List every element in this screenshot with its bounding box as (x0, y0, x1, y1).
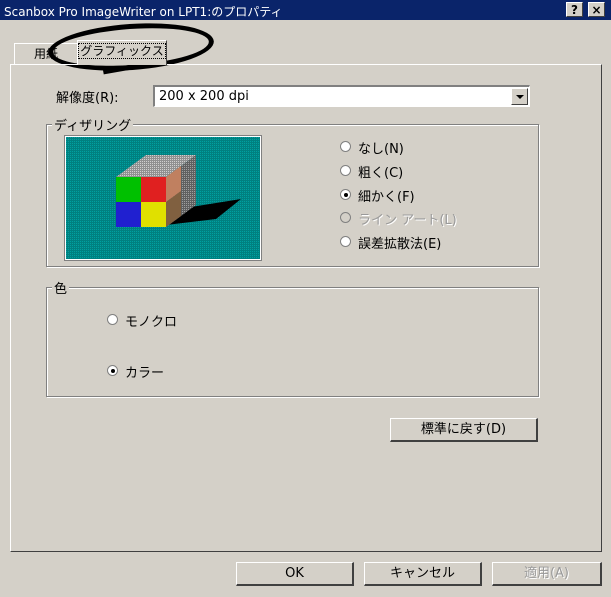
dithering-group-label: ディザリング (52, 115, 134, 134)
help-button[interactable]: ? (566, 2, 583, 17)
radio-icon (340, 236, 351, 247)
color-color-label: カラー (125, 366, 165, 381)
cancel-button[interactable]: キャンセル (364, 562, 482, 586)
resolution-label: 解像度(R): (56, 91, 119, 106)
close-button[interactable]: × (588, 2, 605, 17)
radio-icon (340, 212, 351, 223)
dither-error-diffusion-label: 誤差拡散法(E) (358, 237, 442, 252)
window-title: Scanbox Pro ImageWriter on LPT1:のプロパティ (4, 5, 283, 19)
dithering-preview-image (64, 135, 262, 261)
resolution-value: 200 x 200 dpi (159, 89, 249, 104)
cube-preview-icon (66, 137, 260, 259)
resolution-select[interactable]: 200 x 200 dpi (153, 85, 530, 107)
radio-icon (340, 141, 351, 152)
tab-graphics[interactable]: グラフィックス (77, 40, 167, 65)
dither-fine-label: 細かく(F) (358, 190, 415, 205)
color-mono-label: モノクロ (125, 315, 178, 330)
properties-dialog: Scanbox Pro ImageWriter on LPT1:のプロパティ ?… (0, 0, 611, 597)
radio-icon (107, 314, 118, 325)
tab-graphics-label: グラフィックス (78, 43, 166, 59)
restore-defaults-button[interactable]: 標準に戻す(D) (390, 418, 538, 442)
color-group (46, 287, 539, 397)
dither-coarse-label: 粗く(C) (358, 166, 404, 181)
radio-icon (340, 165, 351, 176)
ok-button[interactable]: OK (236, 562, 354, 586)
color-group-label: 色 (52, 278, 70, 297)
dither-none-label: なし(N) (358, 142, 404, 157)
dither-lineart-label: ライン アート(L) (358, 213, 457, 228)
title-bar: Scanbox Pro ImageWriter on LPT1:のプロパティ ?… (0, 0, 611, 20)
radio-selected-icon (340, 189, 351, 200)
apply-button: 適用(A) (492, 562, 602, 586)
radio-selected-icon (107, 365, 118, 376)
chevron-down-icon[interactable] (511, 88, 528, 105)
